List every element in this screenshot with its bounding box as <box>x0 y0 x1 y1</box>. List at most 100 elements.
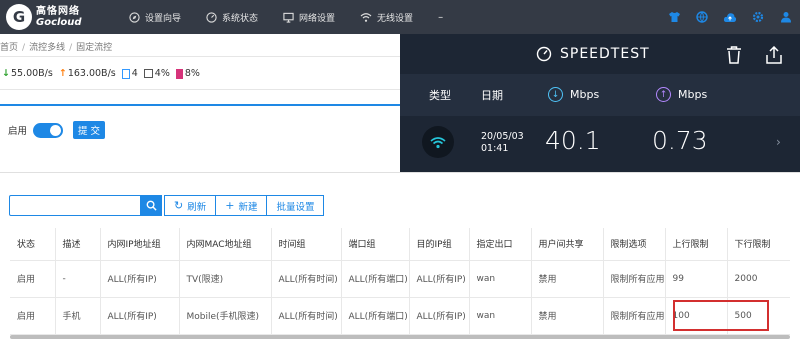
submit-button[interactable]: 提 交 <box>73 121 106 139</box>
cell-lan-ip: ALL(所有IP) <box>100 297 180 335</box>
download-speed: 40.1 <box>545 126 601 155</box>
search-button[interactable] <box>141 195 162 216</box>
speedtest-panel: SPEEDTEST 类型 日期 ↓ Mbps ↑ Mbps 20/05/03 0… <box>400 34 800 172</box>
cell-limit-option: 限制所有应用 <box>603 297 666 335</box>
plus-icon: + <box>225 199 235 212</box>
cell-time: ALL(所有时间) <box>271 297 342 335</box>
th-desc[interactable]: 描述 <box>55 228 101 261</box>
search-icon <box>146 200 157 211</box>
highlight-box <box>673 300 769 331</box>
logo-mark: G <box>6 4 32 30</box>
monitor-icon <box>283 12 294 23</box>
th-share[interactable]: 用户间共享 <box>531 228 604 261</box>
upload-rate: ↑ 163.00B/s <box>58 68 116 79</box>
cloud-upload-icon[interactable] <box>716 12 744 23</box>
user-icon[interactable] <box>772 11 800 23</box>
result-datetime: 20/05/03 01:41 <box>481 131 524 154</box>
top-navbar: G 高恪网络 Gocloud 设置向导 系统状态 网络设置 无线设置 – <box>0 0 800 34</box>
download-arrow-icon: ↓ <box>2 68 10 79</box>
brand-name-cn: 高恪网络 <box>36 6 80 17</box>
share-icon[interactable] <box>766 45 782 67</box>
table-header-row: 状态 描述 内网IP地址组 内网MAC地址组 时间组 端口组 目的IP组 指定出… <box>10 228 791 261</box>
speedtest-header: 类型 日期 ↓ Mbps ↑ Mbps <box>400 74 800 116</box>
col-download: ↓ Mbps <box>548 87 599 102</box>
memory-icon <box>175 68 183 79</box>
cell-lan-ip: ALL(所有IP) <box>100 260 180 298</box>
globe-icon[interactable] <box>688 11 716 23</box>
cell-up-limit: 99 <box>665 260 728 298</box>
shirt-icon[interactable] <box>660 11 688 23</box>
th-time[interactable]: 时间组 <box>271 228 342 261</box>
breadcrumb: 首页 / 流控多线 / 固定流控 <box>0 43 113 53</box>
chevron-right-icon[interactable]: › <box>776 135 781 149</box>
enable-toggle[interactable] <box>33 122 64 138</box>
new-button[interactable]: + 新建 <box>215 195 268 216</box>
cell-dest-ip: ALL(所有IP) <box>409 297 470 335</box>
cell-share: 禁用 <box>531 260 604 298</box>
cell-status: 启用 <box>10 297 56 335</box>
enable-label: 启用 <box>8 126 28 137</box>
upload-speed: 0.73 <box>652 126 708 155</box>
cpu-usage: 4% <box>143 68 170 79</box>
nav-more[interactable]: – <box>438 12 443 23</box>
gauge-icon <box>206 11 217 23</box>
cell-lan-mac: TV(限速) <box>179 260 272 298</box>
batch-settings-button[interactable]: 批量设置 <box>266 195 325 216</box>
nav-network-settings[interactable]: 网络设置 <box>283 11 335 24</box>
table-row[interactable]: 启用 - ALL(所有IP) TV(限速) ALL(所有时间) ALL(所有端口… <box>10 260 791 298</box>
col-type: 类型 <box>429 89 451 102</box>
cell-limit-option: 限制所有应用 <box>603 260 666 298</box>
table-toolbar: ↻ 刷新 + 新建 批量设置 <box>9 195 325 216</box>
cell-down-limit: 2000 <box>727 260 791 298</box>
trash-icon[interactable] <box>726 46 742 67</box>
main-nav: 设置向导 系统状态 网络设置 无线设置 – <box>114 11 443 24</box>
th-up-limit[interactable]: 上行限制 <box>665 228 728 261</box>
th-status[interactable]: 状态 <box>10 228 56 261</box>
th-dest-ip[interactable]: 目的IP组 <box>409 228 470 261</box>
device-icon <box>121 68 130 79</box>
cell-outlet: wan <box>469 260 532 298</box>
breadcrumb-home[interactable]: 首页 <box>0 43 18 53</box>
section-accent-bar <box>0 104 400 106</box>
cell-lan-mac: Mobile(手机限速) <box>179 297 272 335</box>
settings-icon[interactable] <box>744 11 772 23</box>
th-lan-mac[interactable]: 内网MAC地址组 <box>179 228 272 261</box>
refresh-button[interactable]: ↻ 刷新 <box>164 195 217 216</box>
brand-logo[interactable]: G 高恪网络 Gocloud <box>6 4 114 30</box>
upload-arrow-icon: ↑ <box>58 68 67 79</box>
cell-port: ALL(所有端口) <box>341 297 410 335</box>
traffic-stats: ↓ 55.00B/s ↑ 163.00B/s 4 4% 8% <box>2 68 206 79</box>
nav-system-status[interactable]: 系统状态 <box>206 11 258 24</box>
th-outlet[interactable]: 指定出口 <box>469 228 532 261</box>
col-date: 日期 <box>481 89 503 102</box>
th-down-limit[interactable]: 下行限制 <box>727 228 791 261</box>
cell-status: 启用 <box>10 260 56 298</box>
upload-icon: ↑ <box>656 87 671 102</box>
download-rate: ↓ 55.00B/s <box>2 68 53 79</box>
search-input[interactable] <box>9 195 141 216</box>
nav-setup-wizard[interactable]: 设置向导 <box>129 11 181 24</box>
cell-outlet: wan <box>469 297 532 335</box>
brand-name-en: Gocloud <box>36 17 82 28</box>
connection-count: 4 <box>121 68 138 79</box>
nav-wireless-settings[interactable]: 无线设置 <box>360 11 413 24</box>
memory-usage: 8% <box>175 68 200 79</box>
wifi-icon <box>360 12 372 22</box>
th-lan-ip[interactable]: 内网IP地址组 <box>100 228 180 261</box>
divider <box>0 56 400 57</box>
cpu-icon <box>143 69 153 78</box>
cell-share: 禁用 <box>531 297 604 335</box>
enable-row: 启用 提 交 <box>8 121 106 139</box>
divider <box>0 172 800 173</box>
breadcrumb-current: 固定流控 <box>76 43 113 53</box>
cell-desc: - <box>55 260 101 298</box>
cell-desc: 手机 <box>55 297 101 335</box>
cell-port: ALL(所有端口) <box>341 260 410 298</box>
top-icon-group <box>660 0 800 34</box>
th-limit-option[interactable]: 限制选项 <box>603 228 666 261</box>
horizontal-scrollbar[interactable] <box>10 335 790 339</box>
breadcrumb-qos[interactable]: 流控多线 <box>29 43 65 53</box>
th-port[interactable]: 端口组 <box>341 228 410 261</box>
cell-dest-ip: ALL(所有IP) <box>409 260 470 298</box>
wifi-icon <box>422 126 454 158</box>
